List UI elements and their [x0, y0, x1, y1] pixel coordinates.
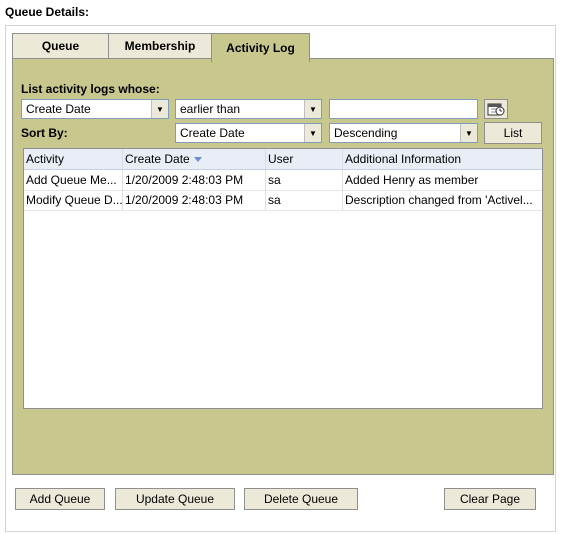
- chevron-down-icon: ▼: [151, 100, 168, 118]
- update-queue-button[interactable]: Update Queue: [115, 488, 235, 510]
- sort-desc-icon: [193, 156, 202, 162]
- filter-operator-select[interactable]: earlier than ▼: [175, 99, 322, 119]
- cell-create-date: 1/20/2009 2:48:03 PM: [123, 170, 266, 190]
- chevron-down-icon: ▼: [304, 100, 321, 118]
- filter-operator-value: earlier than: [180, 102, 241, 116]
- filter-heading: List activity logs whose:: [21, 82, 160, 96]
- cell-activity: Modify Queue D...: [24, 190, 123, 210]
- cell-user: sa: [266, 190, 343, 210]
- column-header-info[interactable]: Additional Information: [343, 149, 542, 169]
- add-queue-button[interactable]: Add Queue: [15, 488, 105, 510]
- filter-date-input[interactable]: [329, 99, 478, 119]
- filter-field-value: Create Date: [26, 102, 91, 116]
- delete-queue-button[interactable]: Delete Queue: [244, 488, 358, 510]
- filter-field-select[interactable]: Create Date ▼: [21, 99, 169, 119]
- cell-user: sa: [266, 170, 343, 190]
- column-header-create-date[interactable]: Create Date: [123, 149, 266, 169]
- cell-info: Added Henry as member: [345, 173, 479, 187]
- table-row[interactable]: Modify Queue D... 1/20/2009 2:48:03 PM s…: [24, 190, 542, 211]
- chevron-down-icon: ▼: [460, 124, 477, 142]
- section-title: Queue Details:: [5, 5, 90, 19]
- chevron-down-icon: ▼: [304, 124, 321, 142]
- sort-field-select[interactable]: Create Date ▼: [175, 123, 322, 143]
- column-header-activity[interactable]: Activity: [24, 149, 123, 169]
- list-button[interactable]: List: [484, 122, 542, 144]
- column-header-user[interactable]: User: [266, 149, 343, 169]
- activity-grid: Activity Create Date User Additional Inf…: [23, 148, 543, 409]
- table-row[interactable]: Add Queue Me... 1/20/2009 2:48:03 PM sa …: [24, 170, 542, 191]
- clear-page-button[interactable]: Clear Page: [444, 488, 536, 510]
- cell-info: Description changed from 'Activel...: [345, 193, 533, 207]
- tab-activity-log[interactable]: Activity Log: [211, 33, 310, 62]
- cell-create-date: 1/20/2009 2:48:03 PM: [123, 190, 266, 210]
- sort-order-value: Descending: [334, 126, 398, 140]
- tab-membership[interactable]: Membership: [108, 33, 212, 59]
- grid-header: Activity Create Date User Additional Inf…: [24, 149, 542, 170]
- tab-queue[interactable]: Queue: [12, 33, 109, 59]
- cell-activity: Add Queue Me...: [24, 170, 123, 190]
- sort-by-label: Sort By:: [21, 126, 68, 140]
- sort-order-select[interactable]: Descending ▼: [329, 123, 478, 143]
- sort-field-value: Create Date: [180, 126, 245, 140]
- calendar-clock-icon[interactable]: [484, 99, 508, 119]
